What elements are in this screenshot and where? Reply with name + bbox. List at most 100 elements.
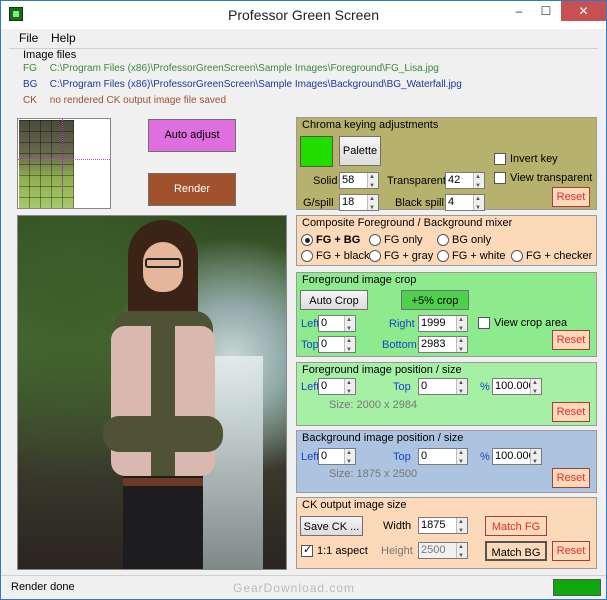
ck-file-line: CK no rendered CK output image file save… (23, 95, 226, 106)
black-spill-stepper[interactable]: 4 (445, 192, 485, 216)
radio-fg-bg[interactable] (301, 234, 313, 246)
crop-right-label: Right (389, 318, 415, 330)
gspill-label: G/spill (303, 197, 334, 209)
ck-width-label: Width (383, 520, 412, 532)
palette-button[interactable]: Palette (339, 136, 381, 166)
composite-preview-image[interactable] (17, 215, 287, 570)
solid-label: Solid (313, 175, 338, 187)
gspill-stepper[interactable]: 18 (339, 192, 379, 216)
crop-top-label: Top (301, 339, 319, 351)
radio-bg-only-label: BG only (452, 234, 492, 246)
radio-bg-only[interactable] (437, 234, 449, 246)
auto-adjust-button[interactable]: Auto adjust (148, 119, 236, 152)
radio-fg-checker-label: FG + checker (526, 250, 593, 262)
image-files-group: Image files FG C:\Program Files (x86)\Pr… (9, 48, 598, 113)
crop-bottom-label: Bottom (382, 339, 417, 351)
bg-left-label: Left (301, 451, 320, 463)
crop-left-stepper[interactable]: 0 (318, 313, 356, 337)
radio-fg-gray[interactable] (369, 250, 381, 262)
ck-height-stepper[interactable]: 2500 (418, 540, 468, 564)
match-fg-button[interactable]: Match FG (485, 516, 547, 536)
ck-output-panel-title: CK output image size (302, 499, 407, 511)
bg-size-text: Size: 1875 x 2500 (329, 468, 418, 480)
transparent-label: Transparent (387, 175, 446, 187)
person-arms (103, 416, 223, 452)
bg-position-panel: Background image position / size Left 0 … (296, 430, 597, 493)
fg-left-stepper[interactable]: 0 (318, 376, 356, 400)
ck-tag: CK (23, 95, 37, 106)
ck-output-panel: CK output image size Save CK ... Width 1… (296, 497, 597, 569)
crop-right-stepper[interactable]: 1999 (418, 313, 468, 337)
fg-position-panel-title: Foreground image position / size (302, 364, 462, 376)
watermark-text: GearDownload.com (233, 581, 356, 595)
fg-crop-panel-title: Foreground image crop (302, 274, 417, 286)
composite-mixer-panel: Composite Foreground / Background mixer … (296, 215, 597, 266)
solid-stepper[interactable]: 58 (339, 170, 379, 194)
radio-fg-only-label: FG only (384, 234, 423, 246)
fg-crop-panel: Foreground image crop Auto Crop +5% crop… (296, 272, 597, 358)
person-shirt-front (151, 326, 175, 476)
auto-crop-button[interactable]: Auto Crop (300, 290, 368, 310)
bg-tag: BG (23, 79, 38, 90)
menu-bar: File Help (1, 29, 606, 47)
crop-top-stepper[interactable]: 0 (318, 334, 356, 358)
bg-pct-label: % (480, 451, 490, 463)
composite-panel-title: Composite Foreground / Background mixer (302, 217, 513, 229)
color-sample-thumbnail[interactable] (17, 118, 111, 209)
fg-position-reset-button[interactable]: Reset (552, 402, 590, 422)
bg-position-reset-button[interactable]: Reset (552, 468, 590, 488)
radio-fg-white-label: FG + white (452, 250, 506, 262)
match-bg-button[interactable]: Match BG (485, 541, 547, 561)
bg-top-stepper[interactable]: 0 (418, 446, 468, 470)
radio-fg-checker[interactable] (511, 250, 523, 262)
save-ck-button[interactable]: Save CK ... (300, 516, 363, 536)
fg-scale-stepper[interactable]: 100.000 (492, 376, 542, 400)
view-transparent-checkbox[interactable] (494, 172, 506, 184)
key-color-swatch[interactable] (300, 136, 333, 167)
person-glasses (145, 258, 181, 268)
sample-crosshair-h (18, 159, 110, 161)
chroma-keying-panel: Chroma keying adjustments Palette Solid … (296, 117, 597, 216)
view-crop-area-checkbox[interactable] (478, 317, 490, 329)
radio-fg-bg-label: FG + BG (316, 234, 361, 246)
bg-file-path: C:\Program Files (x86)\ProfessorGreenScr… (49, 79, 462, 90)
fg-file-line: FG C:\Program Files (x86)\ProfessorGreen… (23, 63, 439, 74)
aspect-checkbox[interactable] (301, 543, 313, 557)
title-bar: Professor Green Screen – ☐ ✕ (1, 1, 606, 29)
menu-file[interactable]: File (19, 31, 38, 45)
minimize-button[interactable]: – (506, 1, 532, 21)
transparent-stepper[interactable]: 42 (445, 170, 485, 194)
ck-height-label: Height (381, 545, 413, 557)
ck-output-reset-button[interactable]: Reset (552, 541, 590, 561)
status-text: Render done (11, 581, 75, 593)
menu-help[interactable]: Help (51, 31, 76, 45)
thumbnail-blank-area (74, 119, 110, 208)
bg-left-stepper[interactable]: 0 (318, 446, 356, 470)
crop-left-label: Left (301, 318, 320, 330)
status-indicator-light (553, 579, 601, 596)
invert-key-checkbox[interactable] (494, 153, 506, 165)
bg-file-line: BG C:\Program Files (x86)\ProfessorGreen… (23, 79, 462, 90)
bg-scale-stepper[interactable]: 100.000 (492, 446, 542, 470)
image-files-legend: Image files (21, 49, 79, 61)
fg-top-stepper[interactable]: 0 (418, 376, 468, 400)
person-pants (123, 476, 203, 569)
radio-fg-black[interactable] (301, 250, 313, 262)
view-crop-area-label: View crop area (494, 317, 568, 329)
crop-reset-button[interactable]: Reset (552, 330, 590, 350)
maximize-button[interactable]: ☐ (533, 1, 559, 21)
chroma-reset-button[interactable]: Reset (552, 187, 590, 207)
radio-fg-white[interactable] (437, 250, 449, 262)
render-button[interactable]: Render (148, 173, 236, 206)
crop-bottom-stepper[interactable]: 2983 (418, 334, 468, 358)
invert-key-label: Invert key (510, 153, 558, 165)
black-spill-label: Black spill (395, 197, 444, 209)
ck-file-status: no rendered CK output image file saved (49, 95, 227, 106)
ck-width-stepper[interactable]: 1875 (418, 515, 468, 539)
plus5-crop-button[interactable]: +5% crop (401, 290, 469, 310)
fg-pct-label: % (480, 381, 490, 393)
status-bar: Render done GearDownload.com (1, 575, 606, 599)
sample-crosshair-v (62, 119, 64, 189)
radio-fg-only[interactable] (369, 234, 381, 246)
close-button[interactable]: ✕ (561, 1, 606, 21)
